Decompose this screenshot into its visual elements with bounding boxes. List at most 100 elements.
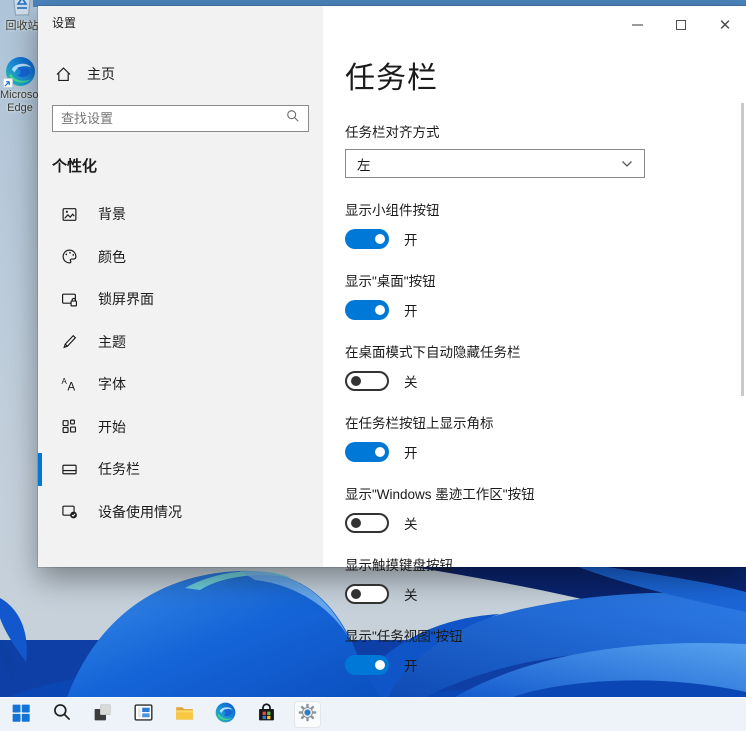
alignment-label: 任务栏对齐方式	[345, 121, 746, 141]
sidebar-item-themes[interactable]: 主题	[38, 321, 323, 364]
toggle-knob	[375, 305, 385, 315]
window-controls: ✕	[630, 16, 732, 34]
sidebar-nav: 背景 颜色	[38, 193, 323, 533]
badges-toggle[interactable]	[345, 442, 389, 462]
page-title: 任务栏	[345, 53, 746, 97]
search-icon	[286, 109, 300, 128]
edge-icon	[5, 56, 36, 87]
task-view-toggle[interactable]	[345, 655, 389, 675]
task-view-button[interactable]	[89, 701, 116, 728]
ink-workspace-toggle[interactable]	[345, 513, 389, 533]
toggle-state: 关	[404, 371, 418, 391]
desktop-button-toggle[interactable]	[345, 300, 389, 320]
sidebar-item-colors[interactable]: 颜色	[38, 236, 323, 279]
system-taskbar	[0, 697, 746, 731]
svg-text:A: A	[67, 380, 75, 393]
widgets-button[interactable]	[130, 701, 157, 728]
edge-button[interactable]	[212, 701, 239, 728]
sidebar-item-lock-screen[interactable]: 锁屏界面	[38, 278, 323, 321]
settings-button[interactable]	[294, 701, 321, 728]
edge-icon	[215, 702, 236, 728]
store-icon	[256, 702, 277, 728]
background-image-icon	[60, 205, 78, 223]
sidebar-home-label: 主页	[87, 64, 115, 84]
alignment-dropdown-value: 左	[357, 154, 371, 174]
desktop-icon-label: 回收站	[1, 20, 43, 33]
toggle-knob	[351, 518, 361, 528]
toggle-state: 开	[404, 655, 418, 675]
toggle-label: 显示"Windows 墨迹工作区"按钮	[345, 483, 746, 503]
toggle-knob	[351, 589, 361, 599]
recycle-bin-icon	[7, 0, 37, 18]
sidebar-item-label: 任务栏	[98, 459, 140, 479]
settings-search-box[interactable]	[52, 105, 309, 132]
start-grid-icon	[60, 418, 78, 436]
sidebar-item-background[interactable]: 背景	[38, 193, 323, 236]
auto-hide-taskbar-toggle[interactable]	[345, 371, 389, 391]
widgets-button-toggle[interactable]	[345, 229, 389, 249]
sidebar-item-fonts[interactable]: A A 字体	[38, 363, 323, 406]
minimize-icon	[632, 24, 643, 26]
desktop-icon-label: Microsoft Edge	[0, 89, 40, 114]
toggle-knob	[375, 234, 385, 244]
sidebar-item-home[interactable]: 主页	[46, 58, 319, 90]
toggle-label: 显示小组件按钮	[345, 199, 746, 219]
sidebar-item-label: 开始	[98, 417, 126, 437]
touch-keyboard-toggle[interactable]	[345, 584, 389, 604]
toggle-knob	[375, 660, 385, 670]
sidebar-item-label: 背景	[98, 204, 126, 224]
toggle-state: 开	[404, 442, 418, 462]
maximize-icon	[676, 20, 686, 30]
toggle-knob	[351, 376, 361, 386]
maximize-button[interactable]	[674, 18, 688, 32]
sidebar-item-start[interactable]: 开始	[38, 406, 323, 449]
sidebar-item-taskbar[interactable]: 任务栏	[38, 448, 323, 491]
taskbar-icon	[60, 460, 78, 478]
store-button[interactable]	[253, 701, 280, 728]
scrollbar[interactable]	[741, 103, 744, 396]
toggle-state: 开	[404, 229, 418, 249]
alignment-dropdown[interactable]: 左	[345, 149, 645, 178]
sidebar-item-device-usage[interactable]: 设备使用情况	[38, 491, 323, 534]
close-button[interactable]: ✕	[718, 18, 732, 32]
desktop-icon-recycle-bin[interactable]: 回收站	[1, 0, 43, 33]
start-button[interactable]	[7, 701, 34, 728]
toggle-label: 在任务栏按钮上显示角标	[345, 412, 746, 432]
themes-pen-icon	[60, 333, 78, 351]
toggle-label: 显示触摸键盘按钮	[345, 554, 746, 574]
taskbar-settings-page: 任务栏 任务栏对齐方式 左 显示小组件按钮 开 显示"桌面"按钮 开	[323, 6, 746, 675]
desktop-icon-edge[interactable]: Microsoft Edge	[0, 56, 40, 114]
search-button[interactable]	[48, 701, 75, 728]
sidebar-item-label: 设备使用情况	[98, 502, 182, 522]
device-usage-icon	[60, 503, 78, 521]
chevron-down-icon	[621, 156, 633, 171]
minimize-button[interactable]	[630, 18, 644, 32]
sidebar-item-label: 颜色	[98, 247, 126, 267]
colors-palette-icon	[60, 248, 78, 266]
settings-window: 设置 主页 个性化	[38, 6, 746, 567]
window-title: 设置	[52, 14, 323, 31]
gear-icon	[297, 702, 318, 728]
sidebar-item-label: 字体	[98, 374, 126, 394]
search-input[interactable]	[61, 111, 286, 126]
file-explorer-button[interactable]	[171, 701, 198, 728]
toggle-state: 关	[404, 584, 418, 604]
search-icon	[52, 702, 72, 727]
file-explorer-icon	[174, 702, 195, 728]
desktop-screen: 回收站 Microsoft Edge 设置	[0, 0, 746, 731]
sidebar-item-label: 主题	[98, 332, 126, 352]
shortcut-arrow-icon	[3, 78, 13, 88]
settings-sidebar: 设置 主页 个性化	[38, 6, 323, 567]
sidebar-section-header: 个性化	[52, 155, 309, 176]
fonts-icon: A A	[60, 375, 78, 393]
toggle-state: 关	[404, 513, 418, 533]
task-view-icon	[92, 702, 113, 728]
widgets-icon	[133, 702, 154, 728]
windows-start-icon	[10, 702, 31, 728]
home-icon	[54, 65, 72, 83]
settings-content: ✕ 任务栏 任务栏对齐方式 左 显示小组件按钮 开 显示"桌面"按钮	[323, 6, 746, 567]
toggle-label: 显示"任务视图"按钮	[345, 625, 746, 645]
lock-screen-icon	[60, 290, 78, 308]
toggle-label: 显示"桌面"按钮	[345, 270, 746, 290]
toggle-label: 在桌面模式下自动隐藏任务栏	[345, 341, 746, 361]
